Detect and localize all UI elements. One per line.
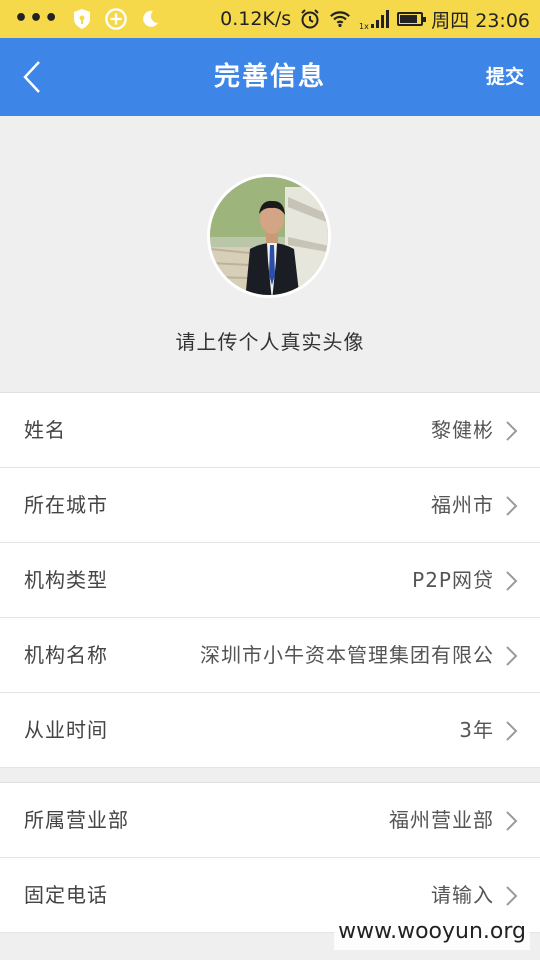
app-header: 完善信息 提交 <box>0 38 540 116</box>
field-org-name[interactable]: 机构名称 深圳市小牛资本管理集团有限公 <box>0 618 540 693</box>
branch-form: 所属营业部 福州营业部 固定电话 请输入 <box>0 782 540 933</box>
alarm-icon <box>299 8 321 30</box>
field-value: 福州市 <box>431 493 494 517</box>
field-value: 黎健彬 <box>431 418 494 442</box>
moon-icon <box>139 8 161 30</box>
field-label: 姓名 <box>24 418 66 442</box>
profile-form: 姓名 黎健彬 所在城市 福州市 机构类型 P2P网贷 机构名称 深圳市小牛资本管… <box>0 392 540 768</box>
field-label: 固定电话 <box>24 883 108 907</box>
shield-icon <box>71 8 93 30</box>
status-bar-right: 0.12K/s 1x 周四 23:06 <box>220 6 530 32</box>
chevron-right-icon <box>506 886 518 906</box>
chevron-right-icon <box>506 721 518 741</box>
field-label: 机构名称 <box>24 643 108 667</box>
more-dots: ••• <box>14 6 60 31</box>
field-label: 从业时间 <box>24 718 108 742</box>
submit-button[interactable]: 提交 <box>486 38 524 116</box>
field-value: 3年 <box>459 718 494 742</box>
chevron-right-icon <box>506 646 518 666</box>
network-type-label: 1x <box>359 22 369 30</box>
signal-icon: 1x <box>359 8 390 30</box>
field-name[interactable]: 姓名 黎健彬 <box>0 393 540 468</box>
chevron-right-icon <box>506 496 518 516</box>
chevron-right-icon <box>506 811 518 831</box>
chevron-right-icon <box>506 571 518 591</box>
status-time: 周四 23:06 <box>431 9 530 32</box>
battery-fill <box>400 15 418 23</box>
battery-icon <box>397 12 427 26</box>
field-label: 机构类型 <box>24 568 108 592</box>
field-branch[interactable]: 所属营业部 福州营业部 <box>0 783 540 858</box>
avatar-photo <box>210 177 328 295</box>
field-label: 所属营业部 <box>24 808 129 832</box>
field-value: P2P网贷 <box>412 568 494 592</box>
watermark: www.wooyun.org <box>334 914 530 950</box>
field-work-years[interactable]: 从业时间 3年 <box>0 693 540 768</box>
avatar-section: 请上传个人真实头像 <box>0 116 540 392</box>
chevron-right-icon <box>506 421 518 441</box>
status-bar: ••• 0.12K/s 1x 周四 23:06 <box>0 0 540 38</box>
field-org-type[interactable]: 机构类型 P2P网贷 <box>0 543 540 618</box>
plus-circle-icon <box>105 8 127 30</box>
avatar[interactable] <box>207 174 331 298</box>
field-value: 福州营业部 <box>389 808 494 832</box>
page-title: 完善信息 <box>213 62 326 92</box>
field-label: 所在城市 <box>24 493 108 517</box>
network-speed: 0.12K/s <box>220 8 292 30</box>
avatar-upload-hint: 请上传个人真实头像 <box>175 330 365 354</box>
field-value: 深圳市小牛资本管理集团有限公 <box>200 643 494 667</box>
wifi-icon <box>329 8 351 30</box>
field-city[interactable]: 所在城市 福州市 <box>0 468 540 543</box>
status-bar-left: ••• <box>14 6 161 32</box>
